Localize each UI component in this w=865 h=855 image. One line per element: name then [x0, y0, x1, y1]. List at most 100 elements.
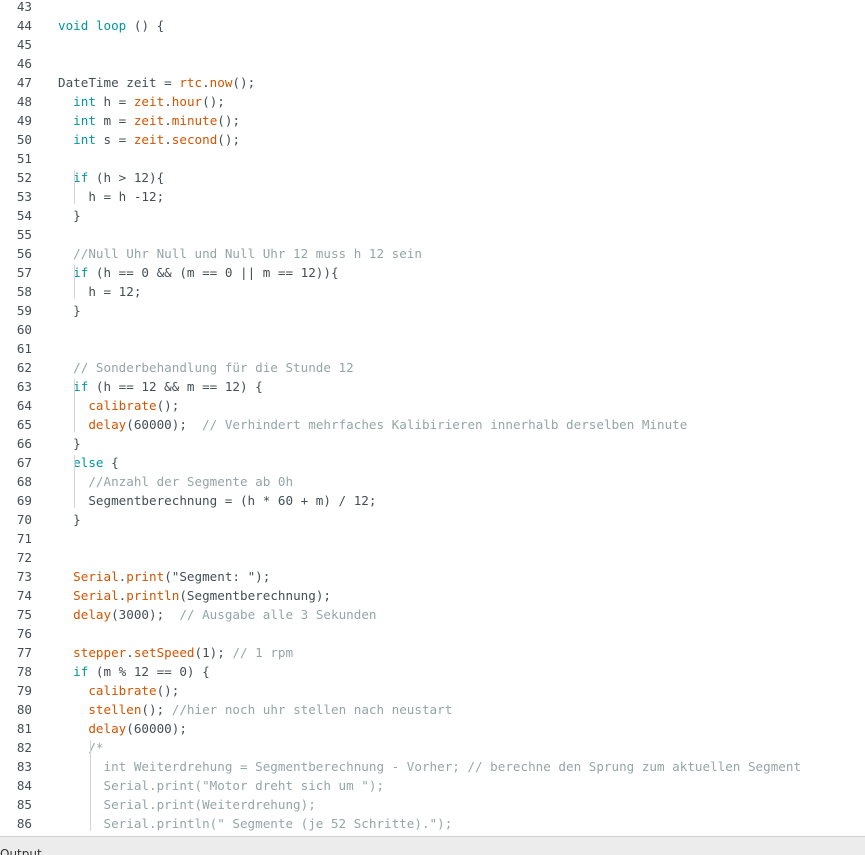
code-line[interactable]: 44 void loop () { — [0, 16, 865, 35]
code-line[interactable]: 43 — [0, 0, 865, 16]
code-text: int h = zeit.hour(); — [58, 92, 225, 111]
code-line[interactable]: 82 /* — [0, 738, 865, 757]
code-text: Serial.print("Motor dreht sich um "); — [58, 776, 385, 795]
code-line[interactable]: 47 DateTime zeit = rtc.now(); — [0, 73, 865, 92]
code-line[interactable]: 58 h = 12; — [0, 282, 865, 301]
code-line[interactable]: 66 } — [0, 434, 865, 453]
code-line[interactable]: 74 Serial.println(Segmentberechnung); — [0, 586, 865, 605]
code-line[interactable]: 77 stepper.setSpeed(1); // 1 rpm — [0, 643, 865, 662]
line-number: 43 — [16, 0, 32, 14]
code-text: calibrate(); — [58, 396, 179, 415]
code-text: } — [58, 510, 81, 529]
code-text: DateTime zeit = rtc.now(); — [58, 73, 255, 92]
code-line[interactable]: 84 Serial.print("Motor dreht sich um "); — [0, 776, 865, 795]
code-line[interactable]: 55 — [0, 225, 865, 244]
code-token: ("Segment: "); — [164, 569, 271, 584]
output-panel-bar: Output — [0, 836, 865, 855]
code-line[interactable]: 61 — [0, 339, 865, 358]
code-line[interactable]: 65 delay(60000); // Verhindert mehrfache… — [0, 415, 865, 434]
code-text: h = 12; — [58, 282, 141, 301]
code-line[interactable]: 50 int s = zeit.second(); — [0, 130, 865, 149]
code-token: int Weiterdrehung = Segmentberechnung - … — [103, 759, 802, 774]
code-editor[interactable]: 43 44 void loop () {45 46 47 DateTime zeit = … — [0, 0, 865, 836]
code-token: m = — [95, 113, 134, 128]
line-number: 47 — [16, 75, 32, 90]
code-line[interactable]: 64 calibrate(); — [0, 396, 865, 415]
indent-guide — [74, 265, 75, 299]
code-line[interactable]: 81 delay(60000); — [0, 719, 865, 738]
code-text: stellen(); //hier noch uhr stellen nach … — [58, 700, 452, 719]
code-line[interactable]: 46 — [0, 54, 865, 73]
code-line[interactable]: 67 else { — [0, 453, 865, 472]
code-token: } — [58, 303, 81, 318]
line-number: 77 — [16, 645, 32, 660]
code-line[interactable]: 51 — [0, 149, 865, 168]
code-line[interactable]: 73 Serial.print("Segment: "); — [0, 567, 865, 586]
code-line[interactable]: 60 — [0, 320, 865, 339]
code-text: delay(60000); — [58, 719, 187, 738]
code-token: (1); — [194, 645, 233, 660]
code-text: int m = zeit.minute(); — [58, 111, 240, 130]
line-number: 75 — [16, 607, 32, 622]
code-line[interactable]: 83 int Weiterdrehung = Segmentberechnung… — [0, 757, 865, 776]
code-line[interactable]: 53 h = h -12; — [0, 187, 865, 206]
code-line[interactable]: 52 if (h > 12){ — [0, 168, 865, 187]
code-text: Serial.println(Segmentberechnung); — [58, 586, 331, 605]
code-token: calibrate — [88, 398, 157, 413]
code-token: stellen — [88, 702, 142, 717]
code-token: (h > 12){ — [88, 170, 165, 185]
line-number: 51 — [16, 151, 32, 166]
line-number: 84 — [16, 778, 32, 793]
code-line[interactable]: 48 int h = zeit.hour(); — [0, 92, 865, 111]
code-line[interactable]: 86 Serial.println(" Segmente (je 52 Schr… — [0, 814, 865, 833]
code-line[interactable]: 62 // Sonderbehandlung für die Stunde 12 — [0, 358, 865, 377]
code-line[interactable]: 49 int m = zeit.minute(); — [0, 111, 865, 130]
code-token: // Ausgabe alle 3 Sekunden — [179, 607, 377, 622]
code-line[interactable]: 45 — [0, 35, 865, 54]
code-line[interactable]: 85 Serial.print(Weiterdrehung); — [0, 795, 865, 814]
code-text: if (h == 12 && m == 12) { — [58, 377, 263, 396]
indent-guide — [74, 170, 75, 204]
code-line[interactable]: 70 } — [0, 510, 865, 529]
code-line[interactable]: 63 if (h == 12 && m == 12) { — [0, 377, 865, 396]
code-line[interactable]: 78 if (m % 12 == 0) { — [0, 662, 865, 681]
line-number: 48 — [16, 94, 32, 109]
code-line[interactable]: 56 //Null Uhr Null und Null Uhr 12 muss … — [0, 244, 865, 263]
code-line[interactable]: 54 } — [0, 206, 865, 225]
code-token: h = 12; — [58, 284, 142, 299]
code-line[interactable]: 75 delay(3000); // Ausgabe alle 3 Sekund… — [0, 605, 865, 624]
code-line[interactable]: 76 — [0, 624, 865, 643]
code-text: int s = zeit.second(); — [58, 130, 240, 149]
line-number: 44 — [16, 18, 32, 33]
line-number: 82 — [16, 740, 32, 755]
code-line[interactable]: 69 Segmentberechnung = (h * 60 + m) / 12… — [0, 491, 865, 510]
code-token: s = — [95, 132, 134, 147]
line-number: 58 — [16, 284, 32, 299]
code-line[interactable]: 57 if (h == 0 && (m == 0 || m == 12)){ — [0, 263, 865, 282]
code-line[interactable]: 59 } — [0, 301, 865, 320]
code-line[interactable]: 80 stellen(); //hier noch uhr stellen na… — [0, 700, 865, 719]
indent-guide — [74, 455, 75, 508]
code-line[interactable]: 72 — [0, 548, 865, 567]
code-line[interactable]: 68 //Anzahl der Segmente ab 0h — [0, 472, 865, 491]
code-line[interactable]: 71 — [0, 529, 865, 548]
code-token: Segmentberechnung = (h * 60 + m) / 12; — [58, 493, 377, 508]
code-token: Serial — [73, 588, 119, 603]
code-token: . — [202, 75, 210, 90]
code-text: if (m % 12 == 0) { — [58, 662, 210, 681]
code-line[interactable]: 79 calibrate(); — [0, 681, 865, 700]
code-token: else — [73, 455, 104, 470]
code-token: (3000); — [111, 607, 180, 622]
